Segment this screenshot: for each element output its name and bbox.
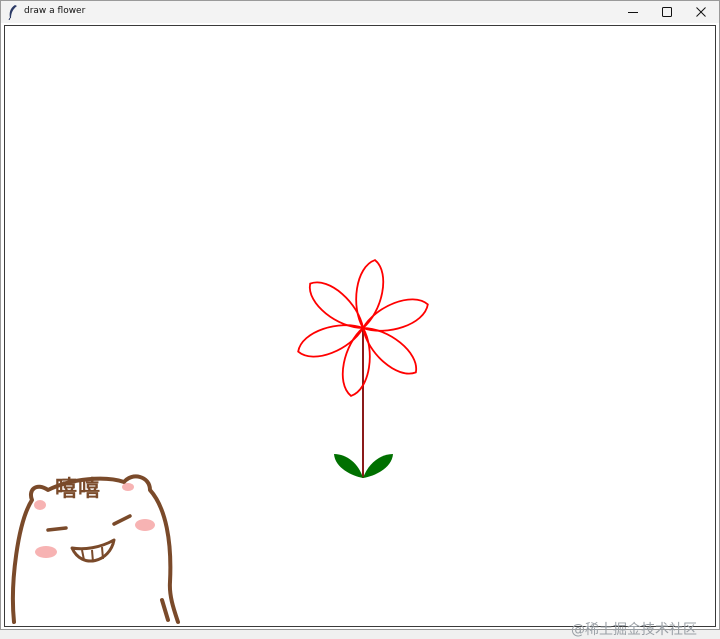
- petal-3: [361, 327, 417, 375]
- left-blush: [35, 546, 57, 558]
- petal-2: [361, 298, 429, 332]
- petal-6: [309, 281, 365, 329]
- watermark: @稀土掘金技术社区: [571, 622, 697, 638]
- turtle-canvas[interactable]: 嘻嘻 @稀土掘金技术社区: [4, 25, 716, 638]
- close-icon: [696, 7, 706, 17]
- minimize-icon: [628, 12, 638, 13]
- title-bar[interactable]: draw a flower: [1, 1, 719, 23]
- window-title: draw a flower: [24, 6, 86, 16]
- right-blush: [135, 519, 155, 531]
- sticker-caption: 嘻嘻: [55, 477, 102, 502]
- maximize-button[interactable]: [650, 1, 684, 23]
- maximize-icon: [662, 7, 672, 17]
- petal-5: [297, 324, 365, 358]
- app-window: draw a flower 嘻嘻 @稀土掘金技术社区: [0, 0, 720, 638]
- minimize-button[interactable]: [616, 1, 650, 23]
- left-leaf: [334, 454, 363, 478]
- close-button[interactable]: [684, 1, 718, 23]
- right-leaf: [363, 454, 393, 478]
- feather-icon: [8, 5, 17, 20]
- drawing-surface: [10, 259, 429, 624]
